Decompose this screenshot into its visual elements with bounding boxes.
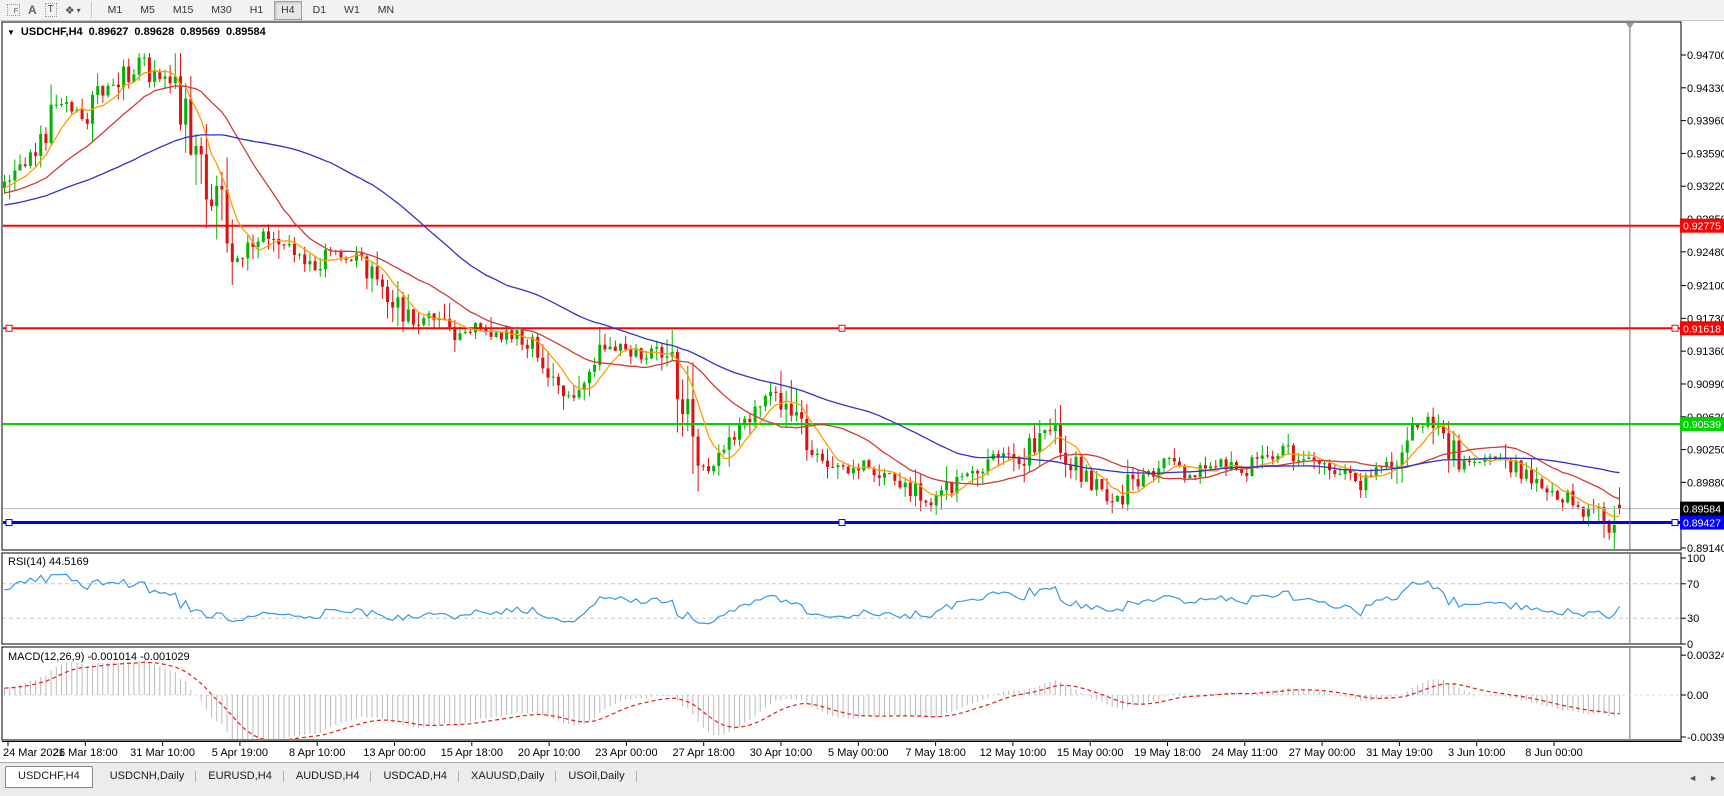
time-tick-label: 13 Apr 00:00 — [363, 747, 425, 759]
time-tick-label: 5 May 00:00 — [828, 747, 889, 759]
price-tick-label: 0.93220 — [1687, 181, 1724, 193]
rsi-indicator-label: RSI(14) 44.5169 — [8, 556, 89, 568]
shapes-glyph: ❖ — [64, 4, 75, 17]
time-tick-label: 15 Apr 18:00 — [441, 747, 503, 759]
quote-open: 0.89627 — [88, 26, 129, 38]
arrows-shapes-tool-icon[interactable]: ❖ ▾ — [65, 2, 81, 19]
time-tick-label: 24 May 11:00 — [1212, 747, 1278, 759]
macd-tick-label: -0.00397 — [1687, 732, 1724, 744]
chart-tab-bar: USDCHF,H4 USDCNH,Daily EURUSD,H4 AUDUSD,H4 U… — [0, 762, 1724, 796]
price-tick-label: 0.92100 — [1687, 281, 1724, 293]
rsi-tick-label: 70 — [1687, 579, 1699, 591]
line-handle[interactable] — [838, 519, 846, 527]
chart-tabs: USDCHF,H4 USDCNH,Daily EURUSD,H4 AUDUSD,H4 U… — [0, 763, 1724, 789]
price-tick-label: 0.93960 — [1687, 116, 1724, 128]
time-tick-label: 27 Apr 18:00 — [673, 747, 735, 759]
symbol-period-label: USDCHF,H4 — [20, 26, 83, 38]
time-tick-label: 20 Apr 10:00 — [518, 747, 580, 759]
tab-scroll-arrows: ◄ ► — [1688, 773, 1718, 783]
quote-high: 0.89628 — [134, 26, 175, 38]
time-tick-label: 7 May 18:00 — [905, 747, 966, 759]
time-tick-label: 8 Apr 10:00 — [289, 747, 345, 759]
macd-indicator-label: MACD(12,26,9) -0.001014 -0.001029 — [8, 651, 190, 663]
line-handle[interactable] — [838, 324, 846, 332]
collapse-triangle-icon[interactable]: ▼ — [7, 28, 15, 37]
chart-tab-eurusd-h4[interactable]: EURUSD,H4 — [196, 766, 284, 787]
chart-canvas[interactable]: 0.947000.943300.939600.935900.932200.928… — [0, 0, 1724, 796]
timeframe-button-m30[interactable]: M30 — [204, 1, 238, 20]
timeframe-button-m15[interactable]: M15 — [166, 1, 200, 20]
chart-tab-usdcad-h4[interactable]: USDCAD,H4 — [371, 766, 459, 787]
time-tick-label: 5 Apr 19:00 — [212, 747, 268, 759]
price-tick-label: 0.90990 — [1687, 379, 1724, 391]
timeframe-row: M1 M5 M15 M30 H1 H4 D1 W1 MN — [99, 0, 403, 20]
chart-tab-usoil-daily[interactable]: USOil,Daily — [556, 766, 637, 787]
chart-tab-audusd-h4[interactable]: AUDUSD,H4 — [284, 766, 372, 787]
price-tick-label: 0.90250 — [1687, 445, 1724, 457]
timeframe-button-h1[interactable]: H1 — [243, 1, 270, 20]
svg-text:0.91618: 0.91618 — [1683, 323, 1721, 335]
time-tick-label: 19 May 18:00 — [1134, 747, 1201, 759]
price-tick-label: 0.94700 — [1687, 50, 1724, 62]
timeframe-button-mn[interactable]: MN — [371, 1, 401, 20]
chart-tab-xauusd-daily[interactable]: XAUUSD,Daily — [459, 766, 557, 787]
text-label-tool-icon[interactable]: A — [28, 2, 37, 19]
chart-background — [0, 21, 1724, 762]
time-tick-label: 31 May 19:00 — [1366, 747, 1433, 759]
price-label-0.92775[interactable]: 0.92775 — [1680, 218, 1724, 233]
toolbar: F A T ❖ ▾ M1 M5 M15 M30 H1 H4 D1 W1 MN — [0, 0, 1724, 21]
line-handle[interactable] — [1671, 324, 1679, 332]
bid-price-label[interactable]: 0.89584 — [1680, 501, 1724, 516]
timeframe-button-w1[interactable]: W1 — [337, 1, 367, 20]
timeframe-button-d1[interactable]: D1 — [306, 1, 333, 20]
chart-tab-usdcnh-daily[interactable]: USDCNH,Daily — [98, 766, 197, 787]
time-tick-label: 15 May 00:00 — [1057, 747, 1124, 759]
line-handle[interactable] — [5, 519, 13, 527]
chart-title[interactable]: ▼ USDCHF,H4 0.89627 0.89628 0.89569 0.89… — [7, 26, 266, 38]
price-label-0.91618[interactable]: 0.91618 — [1680, 321, 1724, 336]
svg-text:0.89427: 0.89427 — [1683, 518, 1721, 530]
price-tick-label: 0.93590 — [1687, 148, 1724, 160]
time-tick-label: 31 Mar 10:00 — [130, 747, 195, 759]
time-tick-label: 3 Jun 10:00 — [1448, 747, 1506, 759]
rsi-tick-label: 30 — [1687, 613, 1699, 625]
toolbar-separator — [90, 2, 93, 18]
timeframe-button-m5[interactable]: M5 — [133, 1, 162, 20]
macd-tick-label: 0.003241 — [1687, 650, 1724, 662]
svg-text:0.89584: 0.89584 — [1683, 504, 1721, 516]
quote-low: 0.89569 — [180, 26, 220, 38]
line-handle[interactable] — [5, 324, 13, 332]
price-tick-label: 0.91360 — [1687, 346, 1724, 358]
rsi-tick-label: 100 — [1687, 553, 1705, 565]
fibonacci-tool-icon[interactable]: F — [7, 2, 20, 19]
text-tool-icon[interactable]: T — [44, 2, 57, 19]
line-handle[interactable] — [1671, 519, 1679, 527]
trading-terminal: { "toolbar": { "icons": ["fibonacci-tool… — [0, 0, 1724, 796]
time-tick-label: 30 Apr 10:00 — [750, 747, 812, 759]
time-tick-label: 12 May 10:00 — [980, 747, 1047, 759]
fibonacci-glyph: F — [7, 4, 20, 16]
tab-scroll-right[interactable]: ► — [1709, 773, 1718, 783]
price-tick-label: 0.92480 — [1687, 247, 1724, 259]
quote-close: 0.89584 — [225, 26, 266, 38]
price-label-0.90539[interactable]: 0.90539 — [1680, 416, 1724, 431]
svg-text:0.92775: 0.92775 — [1683, 221, 1721, 233]
price-tick-label: 0.94330 — [1687, 83, 1724, 95]
chart-tab-usdchf-h4[interactable]: USDCHF,H4 — [5, 766, 93, 788]
time-tick-label: 26 Mar 18:00 — [53, 747, 118, 759]
timeframe-button-h4[interactable]: H4 — [274, 0, 302, 20]
time-tick-label: 23 Apr 00:00 — [595, 747, 657, 759]
price-tick-label: 0.89880 — [1687, 477, 1724, 489]
tab-scroll-left[interactable]: ◄ — [1688, 773, 1697, 783]
time-tick-label: 8 Jun 00:00 — [1525, 747, 1583, 759]
text-label-glyph: A — [28, 3, 37, 17]
time-tick-label: 27 May 00:00 — [1289, 747, 1356, 759]
svg-text:0.90539: 0.90539 — [1683, 419, 1721, 431]
text-glyph: T — [44, 3, 57, 17]
dropdown-caret-icon[interactable]: ▾ — [77, 6, 81, 15]
timeframe-button-m1[interactable]: M1 — [101, 1, 130, 20]
macd-tick-label: 0.00 — [1687, 690, 1708, 702]
price-label-0.89427[interactable]: 0.89427 — [1680, 515, 1724, 530]
